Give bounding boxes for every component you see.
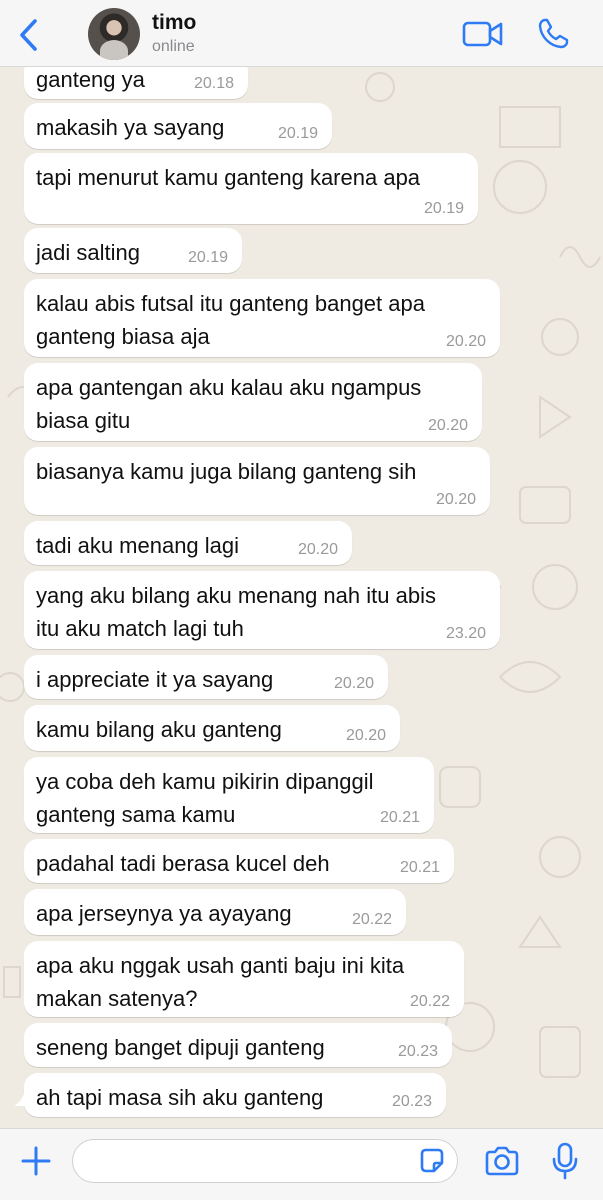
message-time: 20.20 (345, 727, 386, 744)
message-bubble[interactable]: kamu bilang aku ganteng 20.20 (24, 705, 400, 751)
video-camera-icon (462, 21, 503, 47)
microphone-icon (552, 1142, 578, 1180)
message-time: 20.19 (423, 200, 464, 217)
avatar[interactable] (88, 8, 140, 60)
contact-name[interactable]: timo (152, 11, 196, 35)
message-time: 20.19 (187, 249, 228, 266)
message-time: 20.23 (391, 1093, 432, 1110)
message-text: apa aku nggak usah ganti baju ini kita m… (36, 953, 405, 1011)
message-time: 20.19 (277, 125, 318, 142)
message-time: 20.23 (397, 1043, 438, 1060)
message-text: tapi menurut kamu ganteng karena apa (36, 165, 421, 190)
message-time: 20.21 (379, 809, 420, 826)
message-time: 20.20 (427, 417, 468, 434)
camera-button[interactable] (484, 1144, 520, 1178)
message-text: tadi aku menang lagi (36, 533, 240, 558)
message-bubble[interactable]: padahal tadi berasa kucel deh 20.21 (24, 839, 454, 883)
sticker-button[interactable] (418, 1147, 446, 1175)
message-bubble[interactable]: apa gantengan aku kalau aku ngampus bias… (24, 363, 482, 441)
contact-status: online (152, 38, 195, 55)
video-call-button[interactable] (462, 18, 504, 50)
message-bubble[interactable]: ganteng ya 20.18 (24, 67, 248, 99)
phone-icon (538, 18, 569, 49)
message-bubble[interactable]: i appreciate it ya sayang 20.20 (24, 655, 388, 699)
message-text: kamu bilang aku ganteng (36, 717, 282, 742)
message-text: seneng banget dipuji ganteng (36, 1035, 325, 1060)
message-text: ya coba deh kamu pikirin dipanggil gante… (36, 769, 374, 827)
message-bubble[interactable]: apa aku nggak usah ganti baju ini kita m… (24, 941, 464, 1017)
input-bar (0, 1128, 603, 1200)
message-input[interactable] (72, 1139, 458, 1183)
chevron-left-icon (20, 19, 37, 51)
back-button[interactable] (14, 17, 44, 53)
bubble-tail (14, 1086, 34, 1106)
camera-icon (485, 1146, 519, 1176)
chat-header: timo online (0, 0, 603, 67)
plus-icon (21, 1146, 51, 1176)
message-bubble[interactable]: apa jerseynya ya ayayang 20.22 (24, 889, 406, 935)
sticker-icon (420, 1148, 444, 1173)
message-time: 20.20 (445, 333, 486, 350)
message-bubble[interactable]: makasih ya sayang 20.19 (24, 103, 332, 149)
message-text: padahal tadi berasa kucel deh (36, 851, 330, 876)
message-time: 23.20 (445, 625, 486, 642)
message-time: 20.20 (297, 541, 338, 558)
microphone-button[interactable] (550, 1141, 580, 1181)
message-time: 20.20 (435, 491, 476, 508)
message-text: i appreciate it ya sayang (36, 667, 274, 692)
message-time: 20.22 (351, 911, 392, 928)
message-bubble[interactable]: ah tapi masa sih aku ganteng 20.23 (24, 1073, 446, 1117)
message-text: kalau abis futsal itu ganteng banget apa… (36, 291, 425, 349)
message-bubble[interactable]: seneng banget dipuji ganteng 20.23 (24, 1023, 452, 1067)
message-time: 20.20 (333, 675, 374, 692)
message-bubble[interactable]: tadi aku menang lagi 20.20 (24, 521, 352, 565)
message-text: apa jerseynya ya ayayang (36, 901, 292, 926)
message-time: 20.18 (193, 75, 234, 92)
message-bubble[interactable]: kalau abis futsal itu ganteng banget apa… (24, 279, 500, 357)
message-time: 20.22 (409, 993, 450, 1010)
message-text: apa gantengan aku kalau aku ngampus bias… (36, 375, 422, 433)
message-text: biasanya kamu juga bilang ganteng sih (36, 459, 417, 484)
message-list[interactable]: ganteng ya 20.18 makasih ya sayang 20.19… (0, 67, 603, 1128)
voice-call-button[interactable] (536, 17, 570, 51)
attach-button[interactable] (18, 1143, 54, 1179)
message-bubble[interactable]: yang aku bilang aku menang nah itu abis … (24, 571, 500, 649)
message-text: yang aku bilang aku menang nah itu abis … (36, 583, 436, 641)
message-bubble[interactable]: tapi menurut kamu ganteng karena apa 20.… (24, 153, 478, 224)
message-time: 20.21 (399, 859, 440, 876)
message-text: ah tapi masa sih aku ganteng (36, 1085, 324, 1110)
message-bubble[interactable]: biasanya kamu juga bilang ganteng sih 20… (24, 447, 490, 515)
message-bubble[interactable]: jadi salting 20.19 (24, 228, 242, 273)
message-bubble[interactable]: ya coba deh kamu pikirin dipanggil gante… (24, 757, 434, 833)
